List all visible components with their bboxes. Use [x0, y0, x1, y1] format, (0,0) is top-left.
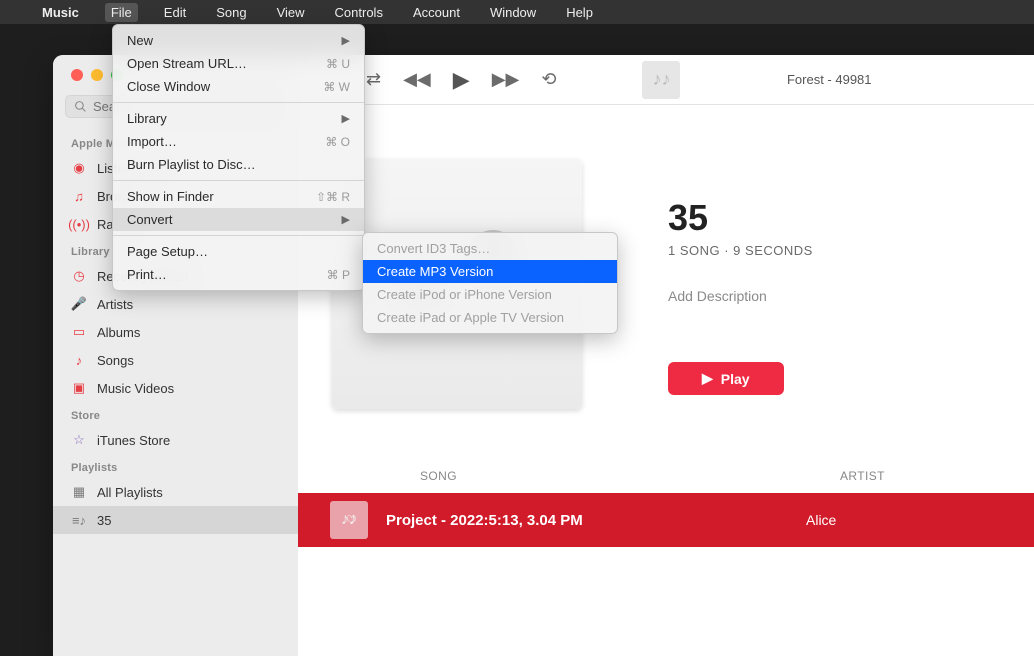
- note-icon: ♪: [71, 352, 87, 368]
- menu-shortcut: ⌘ W: [323, 80, 350, 94]
- music-note-icon: ♫: [71, 188, 87, 204]
- menu-shortcut: ⌘ U: [326, 57, 350, 71]
- menu-account[interactable]: Account: [409, 3, 464, 22]
- next-icon[interactable]: ▶▶: [492, 69, 520, 90]
- menu-item-convert-id-tags-: Convert ID3 Tags…: [363, 237, 617, 260]
- menu-item-label: Show in Finder: [127, 189, 214, 204]
- now-playing: ♪♪ Forest - 49981: [642, 61, 1026, 99]
- menu-item-label: New: [127, 33, 153, 48]
- star-icon: ☆: [71, 432, 87, 448]
- menu-item-label: Burn Playlist to Disc…: [127, 157, 256, 172]
- favorite-icon[interactable]: ♡: [346, 513, 357, 527]
- mic-icon: 🎤: [71, 296, 87, 312]
- menu-item-label: Open Stream URL…: [127, 56, 247, 71]
- playback-controls: ⇄ ◀◀ ▶ ▶▶ ⟲: [366, 67, 556, 93]
- now-playing-art-icon[interactable]: ♪♪: [642, 61, 680, 99]
- menu-item-label: Import…: [127, 134, 177, 149]
- clock-icon: ◷: [71, 268, 87, 284]
- app-name[interactable]: Music: [38, 3, 83, 22]
- track-table-header: SONG ARTIST: [332, 469, 1034, 493]
- menu-item-burn-playlist-to-disc-[interactable]: Burn Playlist to Disc…: [113, 153, 364, 176]
- menu-item-show-in-finder[interactable]: Show in Finder ⇧⌘ R: [113, 185, 364, 208]
- grid-icon: ▦: [71, 484, 87, 500]
- menu-item-label: Close Window: [127, 79, 210, 94]
- playlist-title: 35: [668, 197, 813, 239]
- menu-item-page-setup-[interactable]: Page Setup…: [113, 240, 364, 263]
- menu-item-create-ipad-or-apple-tv-version: Create iPad or Apple TV Version: [363, 306, 617, 329]
- menu-item-label: Create iPod or iPhone Version: [377, 287, 552, 302]
- playlist-subtitle: 1 SONG · 9 SECONDS: [668, 243, 813, 258]
- menu-item-open-stream-url-[interactable]: Open Stream URL… ⌘ U: [113, 52, 364, 75]
- play-triangle-icon: ▶: [702, 370, 713, 387]
- track-row[interactable]: ♡ ♪♪ Project - 2022:5:13, 3.04 PM Alice: [298, 493, 1034, 547]
- menu-item-create-mp-version[interactable]: Create MP3 Version: [363, 260, 617, 283]
- column-artist[interactable]: ARTIST: [840, 469, 885, 483]
- menu-item-print-[interactable]: Print… ⌘ P: [113, 263, 364, 286]
- close-window-icon[interactable]: [71, 69, 83, 81]
- menu-item-label: Convert: [127, 212, 173, 227]
- menu-item-label: Create iPad or Apple TV Version: [377, 310, 564, 325]
- menu-view[interactable]: View: [273, 3, 309, 22]
- menu-item-label: Convert ID3 Tags…: [377, 241, 490, 256]
- sidebar-item-itunes-store[interactable]: ☆iTunes Store: [53, 426, 298, 454]
- menu-song[interactable]: Song: [212, 3, 250, 22]
- playlist-description[interactable]: Add Description: [668, 288, 813, 304]
- search-icon: [74, 100, 87, 113]
- menu-separator: [113, 102, 364, 103]
- menu-edit[interactable]: Edit: [160, 3, 190, 22]
- playlist-meta: 35 1 SONG · 9 SECONDS Add Description ▶P…: [668, 197, 813, 395]
- file-dropdown-menu: New ▶ Open Stream URL… ⌘ U Close Window ⌘ W Li…: [112, 24, 365, 291]
- now-playing-title: Forest - 49981: [692, 72, 1026, 87]
- playlist-view: 35 1 SONG · 9 SECONDS Add Description ▶P…: [298, 105, 1034, 656]
- menu-item-new[interactable]: New ▶: [113, 29, 364, 52]
- menu-controls[interactable]: Controls: [331, 3, 387, 22]
- system-menubar: Music File Edit Song View Controls Accou…: [0, 0, 1034, 24]
- video-icon: ▣: [71, 380, 87, 396]
- menu-item-close-window[interactable]: Close Window ⌘ W: [113, 75, 364, 98]
- menu-item-label: Print…: [127, 267, 167, 282]
- sidebar-item-albums[interactable]: ▭Albums: [53, 318, 298, 346]
- menu-item-create-ipod-or-iphone-version: Create iPod or iPhone Version: [363, 283, 617, 306]
- menu-separator: [113, 180, 364, 181]
- minimize-window-icon[interactable]: [91, 69, 103, 81]
- section-store: Store: [53, 402, 298, 426]
- shuffle-icon[interactable]: ⇄: [366, 69, 381, 90]
- track-artist: Alice: [806, 512, 836, 528]
- menu-item-convert[interactable]: Convert ▶: [113, 208, 364, 231]
- column-song[interactable]: SONG: [420, 469, 840, 483]
- toolbar: ⇄ ◀◀ ▶ ▶▶ ⟲ ♪♪ Forest - 49981: [298, 55, 1034, 105]
- sidebar-item-songs[interactable]: ♪Songs: [53, 346, 298, 374]
- main-content: ⇄ ◀◀ ▶ ▶▶ ⟲ ♪♪ Forest - 49981 35 1 SONG …: [298, 55, 1034, 656]
- menu-window[interactable]: Window: [486, 3, 540, 22]
- menu-shortcut: ⌘ P: [327, 268, 350, 282]
- sidebar-item-playlist-35[interactable]: ≡♪35: [53, 506, 298, 534]
- play-icon[interactable]: ▶: [453, 67, 470, 93]
- album-icon: ▭: [71, 324, 87, 340]
- menu-item-label: Create MP3 Version: [377, 264, 493, 279]
- section-playlists: Playlists: [53, 454, 298, 478]
- track-song-title: Project - 2022:5:13, 3.04 PM: [386, 512, 806, 529]
- menu-help[interactable]: Help: [562, 3, 597, 22]
- sidebar-item-all-playlists[interactable]: ▦All Playlists: [53, 478, 298, 506]
- menu-item-import-[interactable]: Import… ⌘ O: [113, 130, 364, 153]
- menu-item-label: Library: [127, 111, 167, 126]
- playlist-icon: ≡♪: [71, 512, 87, 528]
- menu-item-library[interactable]: Library ▶: [113, 107, 364, 130]
- menu-file[interactable]: File: [105, 3, 138, 22]
- sidebar-item-artists[interactable]: 🎤Artists: [53, 290, 298, 318]
- submenu-arrow-icon: ▶: [342, 213, 350, 226]
- menu-shortcut: ⌘ O: [325, 135, 350, 149]
- play-button[interactable]: ▶Play: [668, 362, 784, 395]
- sidebar-item-music-videos[interactable]: ▣Music Videos: [53, 374, 298, 402]
- submenu-arrow-icon: ▶: [342, 112, 350, 125]
- previous-icon[interactable]: ◀◀: [403, 69, 431, 90]
- play-circle-icon: ◉: [71, 160, 87, 176]
- submenu-arrow-icon: ▶: [342, 34, 350, 47]
- menu-item-label: Page Setup…: [127, 244, 208, 259]
- radio-icon: ((•)): [71, 216, 87, 232]
- convert-submenu: Convert ID3 Tags… Create MP3 Version Creat…: [362, 232, 618, 334]
- repeat-icon[interactable]: ⟲: [541, 69, 556, 90]
- menu-shortcut: ⇧⌘ R: [316, 190, 350, 204]
- menu-separator: [113, 235, 364, 236]
